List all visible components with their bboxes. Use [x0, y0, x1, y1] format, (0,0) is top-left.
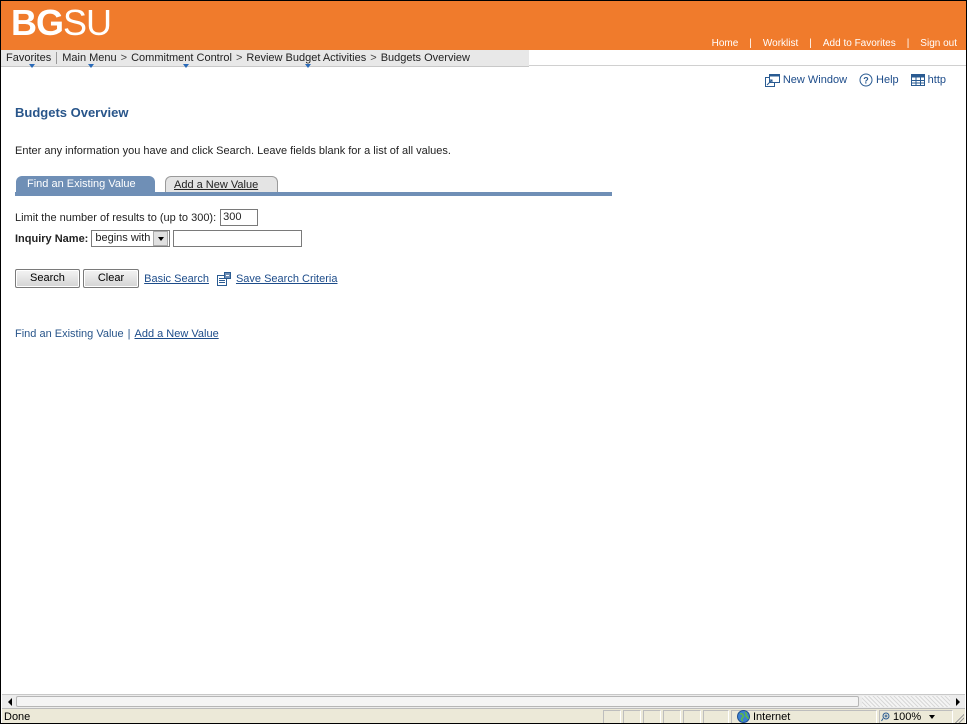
breadcrumb-item-budgets-overview: Budgets Overview: [381, 52, 470, 64]
dropdown-indicator-icon: [183, 64, 190, 68]
breadcrumb: Favorites Main Menu > Commitment Control…: [1, 50, 529, 68]
resize-grip-icon[interactable]: [954, 713, 964, 723]
header-divider: |: [809, 37, 812, 49]
dropdown-indicator-icon: [305, 64, 312, 68]
page-utility-links: New Window ? Help http: [753, 73, 946, 87]
search-actions: Search Clear Basic Search Save Search Cr…: [15, 269, 337, 288]
breadcrumb-label: Commitment Control: [131, 52, 232, 64]
new-window-link[interactable]: New Window: [764, 73, 848, 87]
link-divider: |: [127, 328, 131, 340]
http-link[interactable]: http: [910, 74, 946, 86]
add-to-favorites-link[interactable]: Add to Favorites: [823, 38, 896, 49]
favorites-label: Favorites: [6, 52, 52, 64]
breadcrumb-item-commitment-control[interactable]: Commitment Control: [131, 52, 232, 68]
tab-underline: [15, 192, 612, 196]
inquiry-name-row: Inquiry Name: begins with: [15, 230, 303, 247]
save-search-criteria-link[interactable]: Save Search Criteria: [236, 273, 338, 285]
help-icon: ?: [859, 73, 873, 87]
breadcrumb-separator: >: [370, 52, 377, 64]
status-pane: [623, 710, 641, 723]
inquiry-name-label: Inquiry Name:: [15, 232, 89, 245]
favorites-menu[interactable]: Favorites: [1, 52, 52, 68]
limit-label: Limit the number of results to (up to 30…: [15, 211, 217, 224]
help-label: Help: [876, 74, 899, 86]
zoom-level: 100%: [893, 710, 922, 723]
zoom-icon: [881, 712, 890, 721]
dropdown-indicator-icon: [88, 64, 95, 68]
zoom-control[interactable]: 100%: [881, 710, 936, 723]
clear-button[interactable]: Clear: [82, 269, 140, 288]
tab-find-existing-value[interactable]: Find an Existing Value: [16, 176, 155, 192]
horizontal-scrollbar[interactable]: [2, 694, 965, 708]
globe-icon: [737, 710, 750, 723]
chevron-down-icon[interactable]: [929, 714, 936, 719]
svg-text:?: ?: [863, 76, 869, 86]
chevron-down-icon[interactable]: [153, 231, 169, 246]
scrollbar-track[interactable]: [862, 696, 950, 707]
breadcrumb-label: Budgets Overview: [380, 52, 470, 64]
search-tabs: Find an Existing Value Add a New Value: [15, 174, 612, 197]
tab-add-new-value[interactable]: Add a New Value: [165, 176, 278, 192]
status-pane: [603, 710, 621, 723]
scroll-right-icon[interactable]: [952, 696, 963, 707]
bgsu-logo[interactable]: BGSU: [11, 2, 112, 43]
http-label: http: [927, 74, 946, 86]
menu-bar-line: [529, 65, 966, 66]
scrollbar-thumb[interactable]: [16, 696, 859, 707]
save-search-icon[interactable]: [216, 271, 231, 286]
grid-icon: [910, 74, 925, 86]
breadcrumb-item-review-budget-activities[interactable]: Review Budget Activities: [246, 52, 367, 68]
browser-window: BGSU Home | Worklist | Add to Favorites …: [0, 0, 967, 724]
header-links: Home | Worklist | Add to Favorites | Sig…: [712, 36, 957, 50]
breadcrumb-separator: >: [235, 52, 243, 64]
status-bar: Done Internet 100%: [2, 708, 965, 723]
basic-search-link[interactable]: Basic Search: [144, 273, 209, 285]
status-pane: [703, 710, 729, 723]
tab-add-new-value-label: Add a New Value: [174, 179, 259, 191]
status-text: Done: [4, 711, 31, 723]
status-pane: [663, 710, 681, 723]
limit-results-row: Limit the number of results to (up to 30…: [15, 209, 259, 226]
bottom-links: Find an Existing Value | Add a New Value: [15, 328, 219, 340]
operator-value: begins with: [95, 232, 151, 244]
add-new-value-link[interactable]: Add a New Value: [135, 328, 219, 340]
portal-header: BGSU Home | Worklist | Add to Favorites …: [1, 1, 966, 50]
inquiry-name-input[interactable]: [173, 230, 303, 247]
logo-light-text: SU: [63, 2, 112, 43]
new-window-label: New Window: [782, 74, 848, 86]
instructions-text: Enter any information you have and click…: [15, 145, 451, 157]
search-button[interactable]: Search: [15, 269, 80, 288]
sign-out-link[interactable]: Sign out: [920, 38, 957, 49]
new-window-icon: [764, 73, 780, 87]
breadcrumb-label: Review Budget Activities: [246, 52, 367, 64]
main-menu[interactable]: Main Menu: [57, 52, 117, 68]
main-menu-label: Main Menu: [62, 52, 117, 64]
page-title: Budgets Overview: [15, 105, 129, 120]
scroll-left-icon[interactable]: [4, 696, 15, 707]
header-divider: |: [749, 37, 752, 49]
status-pane: [683, 710, 701, 723]
menu-bar: Favorites Main Menu > Commitment Control…: [1, 50, 966, 68]
status-pane: [643, 710, 661, 723]
zone-label: Internet: [753, 710, 791, 723]
find-existing-value-text: Find an Existing Value: [15, 328, 124, 340]
dropdown-indicator-icon: [29, 64, 35, 68]
header-divider: |: [906, 37, 910, 49]
worklist-link[interactable]: Worklist: [763, 38, 798, 49]
logo-bold-text: BG: [11, 2, 64, 43]
security-zone[interactable]: Internet: [737, 710, 790, 723]
help-link[interactable]: ? Help: [859, 73, 899, 87]
operator-select[interactable]: begins with: [91, 230, 171, 247]
home-link[interactable]: Home: [712, 38, 739, 49]
limit-results-input[interactable]: [220, 209, 259, 226]
breadcrumb-separator: >: [120, 52, 128, 64]
